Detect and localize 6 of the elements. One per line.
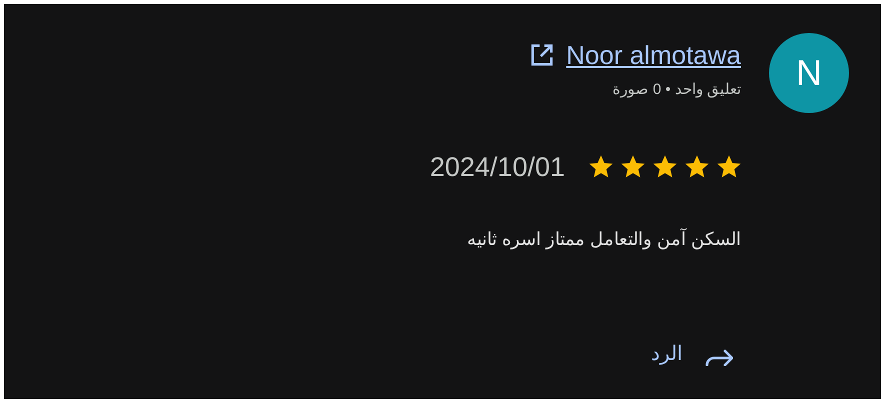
reply-button[interactable]: الرد: [645, 336, 739, 370]
review-text: السكن آمن والتعامل ممتاز اسره ثانيه: [466, 227, 741, 252]
review-date: 2024/10/01: [430, 151, 565, 184]
avatar: N: [769, 33, 849, 113]
author-link[interactable]: Noor almotawa: [566, 42, 741, 68]
author-meta: تعليق واحد • 0 صورة: [612, 80, 741, 100]
